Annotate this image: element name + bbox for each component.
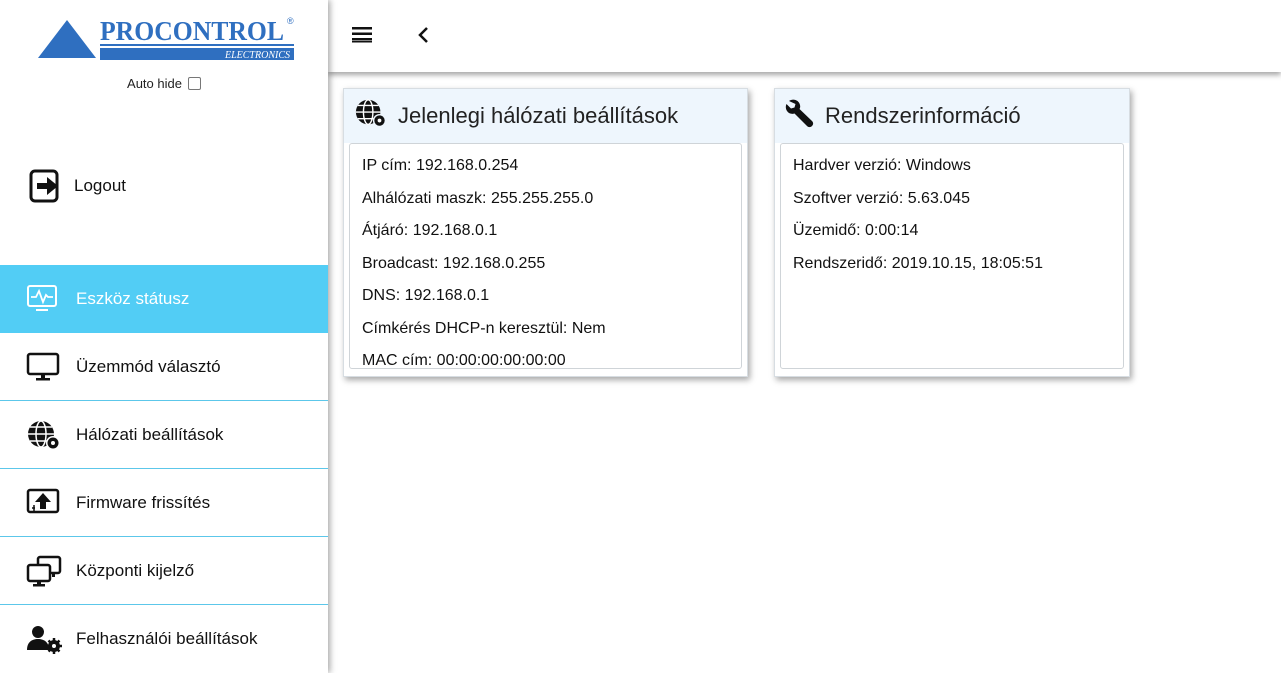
upload-icon [26, 487, 66, 519]
dual-monitor-icon [26, 555, 66, 587]
card-title: Rendszerinformáció [825, 103, 1021, 128]
registered-mark: ® [287, 16, 294, 26]
dhcp: Címkérés DHCP-n keresztül: Nem [362, 319, 606, 337]
user-gear-icon [26, 623, 66, 655]
sidebar-nav: Eszköz státusz Üzemmód választó Hálózati… [0, 265, 328, 673]
dns: DNS: 192.168.0.1 [362, 287, 490, 304]
card-header: Rendszerinformáció [775, 89, 1129, 143]
brand-name: PROCONTROL [100, 16, 284, 46]
sidebar-item-user-settings[interactable]: Felhasználói beállítások [0, 605, 328, 673]
system-time: Rendszeridő: 2019.10.15, 18:05:51 [793, 254, 1043, 272]
system-info-card: Rendszerinformáció Hardver verzió: Windo… [774, 88, 1130, 377]
subnet-mask: Alhálózati maszk: 255.255.255.0 [362, 189, 594, 207]
procontrol-logo: PROCONTROL ® ELECTRONICS [38, 12, 296, 64]
uptime: Üzemidő: 0:00:14 [793, 222, 919, 239]
wrench-icon [785, 98, 815, 134]
gateway: Átjáró: 192.168.0.1 [362, 222, 498, 239]
sidebar-item-central-display[interactable]: Központi kijelző [0, 537, 328, 605]
broadcast: Broadcast: 192.168.0.255 [362, 254, 546, 272]
logout-label: Logout [74, 176, 126, 195]
back-chevron-icon[interactable] [416, 24, 430, 51]
monitor-icon [26, 351, 66, 383]
ip-address: IP cím: 192.168.0.254 [362, 157, 519, 174]
card-body: IP cím: 192.168.0.254 Alhálózati maszk: … [349, 143, 742, 369]
sidebar-item-network-settings[interactable]: Hálózati beállítások [0, 401, 328, 469]
top-bar [328, 0, 1281, 72]
autohide-checkbox[interactable] [187, 77, 201, 90]
sidebar-item-label: Firmware frissítés [76, 492, 211, 512]
sidebar-item-mode-selector[interactable]: Üzemmód választó [0, 333, 328, 401]
autohide-toggle[interactable]: Auto hide [0, 76, 328, 91]
sidebar-item-firmware-update[interactable]: Firmware frissítés [0, 469, 328, 537]
sidebar-item-label: Eszköz státusz [76, 288, 190, 308]
sidebar: PROCONTROL ® ELECTRONICS Auto hide Logou… [0, 0, 328, 673]
monitor-pulse-icon [26, 283, 66, 315]
sidebar-item-label: Felhasználói beállítások [76, 629, 258, 648]
network-settings-card: Jelenlegi hálózati beállítások IP cím: 1… [343, 88, 748, 377]
sidebar-item-label: Központi kijelző [76, 560, 195, 580]
logout-button[interactable]: Logout [28, 168, 126, 204]
sidebar-item-label: Hálózati beállítások [76, 424, 224, 444]
hardware-version: Hardver verzió: Windows [793, 157, 971, 174]
sidebar-item-device-status[interactable]: Eszköz státusz [0, 265, 328, 333]
card-header: Jelenlegi hálózati beállítások [344, 89, 747, 143]
software-version: Szoftver verzió: 5.63.045 [793, 189, 970, 207]
globe-gear-icon [26, 419, 66, 451]
logout-icon [28, 168, 64, 204]
brand-sub: ELECTRONICS [224, 50, 290, 61]
sidebar-item-label: Üzemmód választó [76, 356, 221, 376]
card-title: Jelenlegi hálózati beállítások [398, 103, 679, 128]
mac-address: MAC cím: 00:00:00:00:00:00 [362, 352, 566, 369]
hamburger-menu-icon[interactable] [352, 25, 372, 48]
autohide-label: Auto hide [127, 76, 182, 91]
globe-gear-icon [354, 97, 388, 135]
card-body: Hardver verzió: Windows Szoftver verzió:… [780, 143, 1124, 369]
